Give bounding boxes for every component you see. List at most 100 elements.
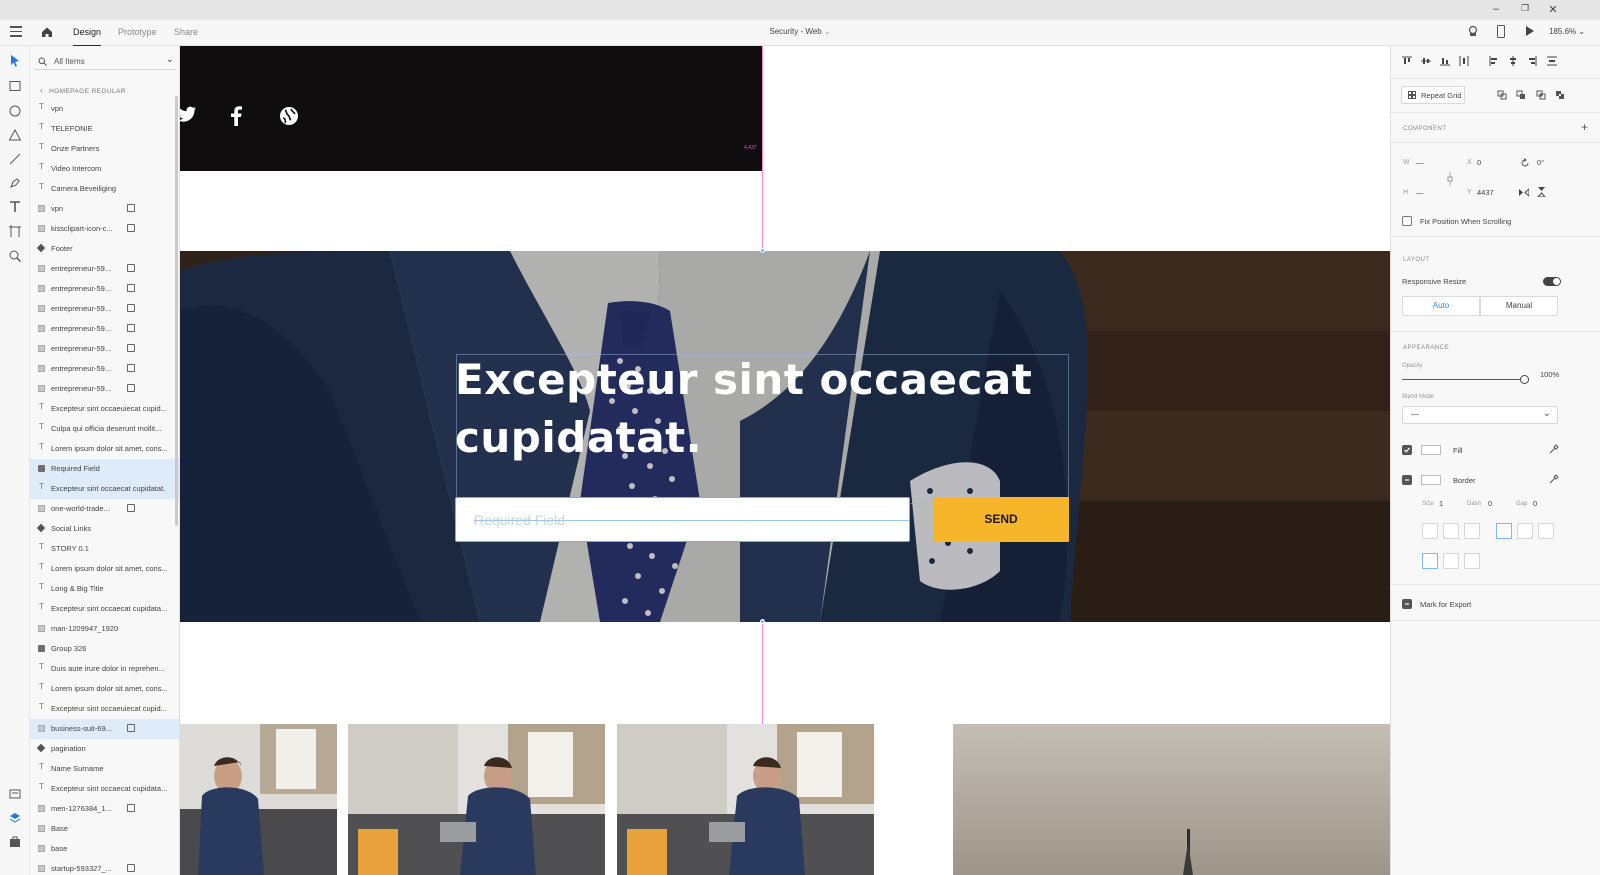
height-field[interactable]: — (1416, 188, 1424, 197)
layer-item[interactable]: T Duis aute irure dolor in reprehen... (30, 659, 179, 679)
layer-item[interactable]: T Excepteur sint occaecat cupidata... (30, 779, 179, 799)
linked-asset-icon[interactable] (127, 864, 135, 872)
linked-asset-icon[interactable] (127, 724, 135, 732)
assets-panel-icon[interactable] (8, 787, 22, 801)
stroke-inner-button[interactable] (1422, 523, 1438, 539)
eyedropper-icon[interactable] (1549, 444, 1559, 454)
ellipse-tool-icon[interactable] (8, 104, 22, 118)
cap-square-button[interactable] (1464, 553, 1480, 569)
layer-item[interactable]: T Lorem ipsum dolor sit amet, cons... (30, 439, 179, 459)
border-color-swatch[interactable] (1421, 475, 1441, 485)
layer-item[interactable]: T Name Surname (30, 759, 179, 779)
align-right-icon[interactable] (1527, 56, 1537, 66)
layer-item[interactable]: business-suit-69... (30, 719, 179, 739)
text-tool-icon[interactable] (8, 200, 22, 214)
mark-export-checkbox[interactable] (1402, 599, 1412, 609)
opacity-value[interactable]: 100% (1540, 370, 1559, 379)
rectangle-tool-icon[interactable] (8, 79, 22, 93)
cap-butt-button[interactable] (1422, 553, 1438, 569)
plugins-icon[interactable] (8, 835, 22, 849)
layer-item[interactable]: startup-593327_... (30, 859, 179, 875)
play-icon[interactable] (1524, 25, 1535, 37)
layer-item[interactable]: Required Field (30, 459, 179, 479)
rotation-field[interactable]: 0° (1537, 158, 1544, 167)
layer-item[interactable]: Group 326 (30, 639, 179, 659)
flip-vertical-icon[interactable] (1537, 187, 1546, 197)
lock-aspect-icon[interactable] (1447, 172, 1453, 186)
linked-asset-icon[interactable] (127, 364, 135, 372)
align-top-icon[interactable] (1402, 56, 1412, 66)
layers-scrollbar[interactable] (175, 96, 178, 526)
layer-item[interactable]: base (30, 839, 179, 859)
layer-item[interactable]: T STORY 0.1 (30, 539, 179, 559)
linked-asset-icon[interactable] (127, 804, 135, 812)
layer-item[interactable]: T Culpa qui officia deserunt mollit... (30, 419, 179, 439)
selection-handle[interactable] (760, 619, 765, 624)
stroke-outer-button[interactable] (1443, 523, 1459, 539)
mobile-preview-icon[interactable] (1496, 25, 1506, 38)
linked-asset-icon[interactable] (127, 344, 135, 352)
opacity-slider-track[interactable] (1402, 379, 1524, 380)
linked-asset-icon[interactable] (127, 284, 135, 292)
send-button[interactable]: SEND (933, 497, 1069, 542)
resize-manual-button[interactable]: Manual (1480, 296, 1558, 316)
man-photo-thumbnail[interactable] (617, 724, 874, 875)
minimize-button[interactable]: – (1484, 3, 1508, 15)
zoom-level[interactable]: 185.6% ⌄ (1549, 27, 1585, 36)
linked-asset-icon[interactable] (127, 204, 135, 212)
chevron-left-icon[interactable]: ‹ (40, 86, 43, 95)
layer-item[interactable]: T TELEFONIE (30, 119, 179, 139)
x-field[interactable]: 0 (1477, 158, 1481, 167)
layer-item[interactable]: T Excepteur sint occaecat cupidata... (30, 599, 179, 619)
layer-item[interactable]: T Long & Big Title (30, 579, 179, 599)
design-canvas[interactable]: 4,437 Excepteur sint occaecat cupidatat.… (180, 46, 1390, 875)
fill-checkbox[interactable] (1402, 445, 1412, 455)
cap-round-button[interactable] (1443, 553, 1459, 569)
layer-item[interactable]: T Camera Beveiliging (30, 179, 179, 199)
layer-item[interactable]: T Excepteur sint occaeuiecat cupid... (30, 399, 179, 419)
layer-item[interactable]: entrepreneur-59... (30, 379, 179, 399)
y-field[interactable]: 4437 (1477, 188, 1494, 197)
man-photo-thumbnail[interactable] (180, 724, 337, 875)
stroke-center-button[interactable] (1464, 523, 1480, 539)
polygon-tool-icon[interactable] (8, 128, 22, 142)
pen-tool-icon[interactable] (8, 176, 22, 190)
layer-item[interactable]: T Onze Partners (30, 139, 179, 159)
linked-asset-icon[interactable] (127, 224, 135, 232)
join-round-button[interactable] (1517, 523, 1533, 539)
linked-asset-icon[interactable] (127, 264, 135, 272)
artboard-tool-icon[interactable] (8, 224, 22, 238)
fix-position-checkbox[interactable] (1402, 216, 1412, 226)
layer-item[interactable]: one-world-trade... (30, 499, 179, 519)
city-photo-thumbnail[interactable] (953, 724, 1390, 875)
layer-item[interactable]: entrepreneur-59... (30, 279, 179, 299)
width-field[interactable]: — (1416, 158, 1424, 167)
layer-item[interactable]: pagination (30, 739, 179, 759)
border-dash-field[interactable]: 0 (1488, 499, 1492, 508)
linked-asset-icon[interactable] (127, 324, 135, 332)
layer-item[interactable]: men-1276384_1... (30, 799, 179, 819)
layers-panel-icon[interactable] (8, 811, 22, 825)
layer-item[interactable]: Tvpn (30, 99, 179, 119)
footer-artboard-section[interactable]: 4,437 (180, 46, 762, 171)
select-tool-icon[interactable] (8, 54, 22, 68)
align-middle-icon[interactable] (1421, 56, 1431, 66)
close-button[interactable]: ✕ (1541, 3, 1565, 16)
border-gap-field[interactable]: 0 (1533, 499, 1537, 508)
restore-button[interactable]: ❐ (1513, 3, 1537, 14)
align-center-icon[interactable] (1508, 56, 1518, 66)
layer-item[interactable]: T Excepteur sint occaeuiecat cupid... (30, 699, 179, 719)
boolean-add-icon[interactable] (1497, 90, 1507, 100)
layer-item[interactable]: T Excepteur sint occaecat cupidatat. (30, 479, 179, 499)
zoom-tool-icon[interactable] (8, 249, 22, 263)
layer-item[interactable]: entrepreneur-59... (30, 359, 179, 379)
flip-horizontal-icon[interactable] (1519, 188, 1529, 197)
layer-item[interactable]: man-1209947_1920 (30, 619, 179, 639)
boolean-subtract-icon[interactable] (1516, 90, 1526, 100)
blend-mode-select[interactable]: — ⌄ (1402, 406, 1558, 424)
add-component-icon[interactable]: + (1581, 120, 1588, 134)
line-tool-icon[interactable] (8, 152, 22, 166)
man-photo-thumbnail[interactable] (348, 724, 605, 875)
chevron-down-icon[interactable]: ⌄ (166, 54, 174, 65)
cloud-share-icon[interactable] (1467, 25, 1479, 37)
